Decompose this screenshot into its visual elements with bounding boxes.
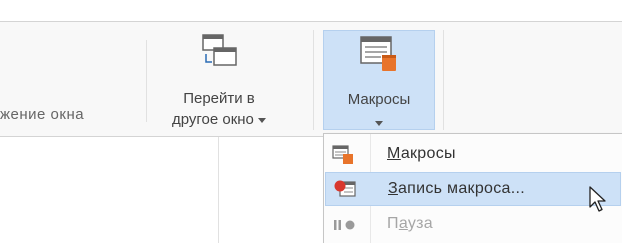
macros-icon	[360, 36, 396, 71]
menu-item-label: Макросы	[387, 145, 456, 163]
menu-item-text: апись макроса...	[397, 180, 525, 197]
menu-item-label: Пауза	[387, 215, 433, 233]
pause-icon	[334, 220, 355, 230]
chevron-down-icon	[258, 117, 267, 123]
group-divider	[146, 40, 147, 122]
menu-item-text: акросы	[400, 145, 456, 162]
record-macro-icon	[334, 180, 356, 197]
grid-divider	[218, 137, 219, 243]
menu-item-hotkey: М	[387, 145, 401, 162]
menu-item-hotkey: а	[398, 215, 408, 232]
chevron-down-icon	[375, 121, 383, 127]
group-divider	[313, 30, 314, 130]
macros-button-label: Макросы	[347, 91, 411, 108]
view-macros-icon	[332, 145, 353, 164]
menu-item-text: уза	[407, 215, 433, 232]
switch-window-label-2: другое окно	[171, 111, 254, 128]
switch-window-label-1: Перейти в	[183, 90, 255, 107]
macros-dropdown-arrow	[324, 115, 434, 133]
menu-item-hotkey: З	[388, 180, 398, 197]
menu-item-view-macros[interactable]: Макросы	[324, 138, 622, 172]
title-strip	[0, 0, 622, 22]
switch-windows-icon	[202, 34, 237, 66]
menu-item-pause[interactable]: Пауза	[324, 208, 622, 242]
menu-item-text-pre: П	[387, 215, 399, 232]
menu-item-label: Запись макроса...	[388, 180, 525, 198]
arrange-window-label[interactable]: жение окна	[0, 106, 84, 123]
menu-item-record-macro[interactable]: Запись макроса...	[325, 172, 621, 212]
group-divider	[443, 30, 444, 130]
switch-window-button[interactable]: Перейти в другое окно	[152, 30, 286, 130]
ribbon-view-tab	[0, 22, 622, 137]
macros-button[interactable]: Макросы	[323, 30, 435, 130]
macros-dropdown-menu: Макросы Запись макроса... Пауза	[323, 133, 622, 243]
switch-window-label-2-wrap: другое окно	[152, 109, 286, 130]
